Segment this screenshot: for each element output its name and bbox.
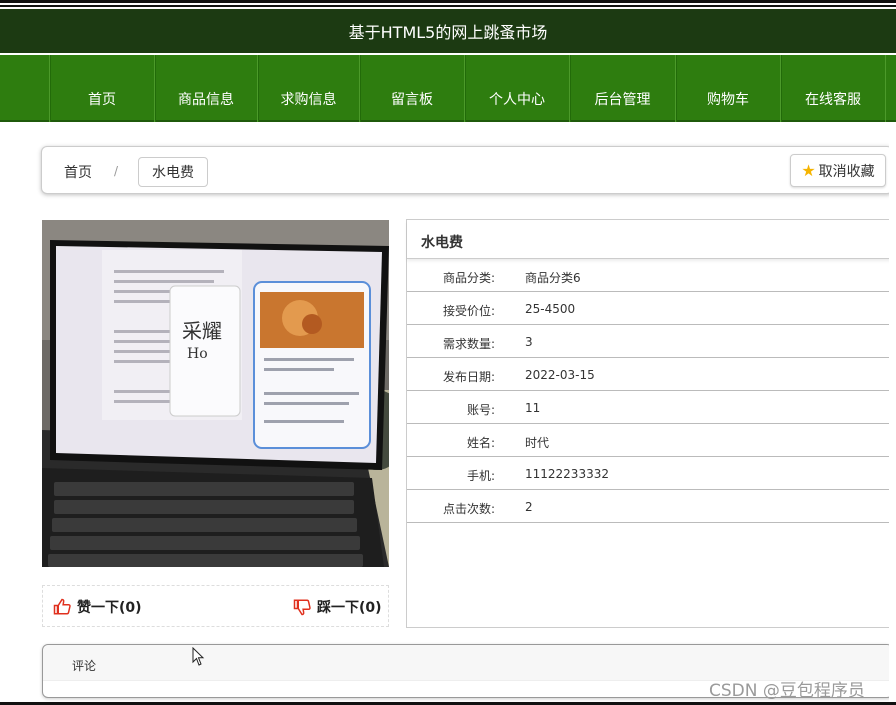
breadcrumb-current: 水电费 bbox=[138, 157, 208, 187]
product-info-panel: 水电费 商品分类: 商品分类6 接受价位: 25-4500 需求数量: 3 发布日期:… bbox=[406, 219, 892, 628]
nav-item-label: 求购信息 bbox=[280, 92, 337, 108]
nav-item-label: 购物车 bbox=[707, 92, 749, 108]
breadcrumb-separator: / bbox=[114, 164, 119, 178]
info-row-price: 接受价位: 25-4500 bbox=[407, 292, 891, 325]
info-row-phone: 手机: 11122233332 bbox=[407, 457, 891, 490]
svg-text:Ho: Ho bbox=[187, 346, 208, 362]
nav-item-label: 留言板 bbox=[391, 92, 433, 108]
mouse-cursor-icon bbox=[192, 647, 205, 666]
field-value: 商品分类6 bbox=[525, 271, 581, 285]
nav-item-label: 个人中心 bbox=[489, 92, 545, 108]
comment-title: 评论 bbox=[72, 659, 97, 673]
site-title-bar: 基于HTML5的网上跳蚤市场 bbox=[0, 9, 896, 53]
star-icon: ★ bbox=[801, 161, 816, 180]
nav-item-wanted[interactable]: 求购信息 bbox=[257, 55, 359, 122]
dislike-label: 踩一下(0) bbox=[317, 600, 382, 616]
field-label: 姓名: bbox=[466, 436, 495, 450]
info-row-account: 账号: 11 bbox=[407, 391, 891, 424]
dislike-button[interactable]: 踩一下(0) bbox=[293, 597, 382, 617]
unfavorite-button[interactable]: ★ 取消收藏 bbox=[790, 154, 886, 187]
info-row-quantity: 需求数量: 3 bbox=[407, 325, 891, 358]
field-label: 点击次数: bbox=[442, 502, 495, 516]
nav-item-message-board[interactable]: 留言板 bbox=[359, 55, 464, 122]
field-value: 25-4500 bbox=[525, 302, 576, 316]
field-value: 时代 bbox=[525, 436, 550, 450]
info-row-category: 商品分类: 商品分类6 bbox=[407, 259, 891, 292]
field-label: 账号: bbox=[466, 403, 495, 417]
field-label: 需求数量: bbox=[442, 337, 495, 351]
window-top-frame bbox=[0, 0, 896, 9]
tablet-photo-illustration: 采耀 Ho bbox=[42, 220, 389, 567]
nav-item-personal-center[interactable]: 个人中心 bbox=[464, 55, 569, 122]
nav-item-cart[interactable]: 购物车 bbox=[675, 55, 780, 122]
field-value: 11122233332 bbox=[525, 467, 609, 481]
thumbs-up-icon bbox=[53, 598, 71, 615]
nav-item-admin[interactable]: 后台管理 bbox=[569, 55, 675, 122]
like-label: 赞一下(0) bbox=[77, 600, 142, 616]
nav-item-label: 后台管理 bbox=[594, 92, 651, 108]
thumbs-down-icon bbox=[293, 599, 311, 616]
nav-item-products[interactable]: 商品信息 bbox=[154, 55, 257, 122]
like-button[interactable]: 赞一下(0) bbox=[53, 597, 142, 617]
product-name: 水电费 bbox=[407, 220, 891, 259]
field-label: 发布日期: bbox=[442, 370, 495, 384]
breadcrumb-home-link[interactable]: 首页 bbox=[64, 162, 92, 182]
nav-item-home[interactable]: 首页 bbox=[49, 55, 154, 122]
vote-bar: 赞一下(0) 踩一下(0) bbox=[42, 585, 389, 627]
site-title: 基于HTML5的网上跳蚤市场 bbox=[348, 23, 548, 42]
nav-item-label: 首页 bbox=[88, 92, 116, 108]
info-row-date: 发布日期: 2022-03-15 bbox=[407, 358, 891, 391]
info-row-clicks: 点击次数: 2 bbox=[407, 490, 891, 523]
field-value: 2 bbox=[525, 500, 533, 514]
field-label: 接受价位: bbox=[442, 304, 495, 318]
field-value: 3 bbox=[525, 335, 533, 349]
main-nav: 首页 商品信息 求购信息 留言板 个人中心 后台管理 购物车 在线客服 bbox=[0, 55, 896, 122]
page-edge bbox=[889, 122, 896, 702]
field-value: 11 bbox=[525, 401, 541, 415]
nav-item-label: 在线客服 bbox=[805, 92, 861, 108]
field-label: 手机: bbox=[466, 469, 495, 483]
product-image: 采耀 Ho bbox=[42, 220, 389, 567]
svg-text:采耀: 采耀 bbox=[182, 319, 222, 343]
info-row-name: 姓名: 时代 bbox=[407, 424, 891, 457]
watermark-text: CSDN @豆包程序员 bbox=[709, 681, 865, 701]
unfavorite-label: 取消收藏 bbox=[818, 163, 875, 180]
nav-item-online-service[interactable]: 在线客服 bbox=[780, 55, 886, 122]
field-value: 2022-03-15 bbox=[525, 368, 595, 382]
nav-item-label: 商品信息 bbox=[178, 92, 234, 108]
breadcrumb: 首页 / 水电费 ★ 取消收藏 bbox=[41, 146, 893, 194]
field-label: 商品分类: bbox=[442, 271, 495, 285]
